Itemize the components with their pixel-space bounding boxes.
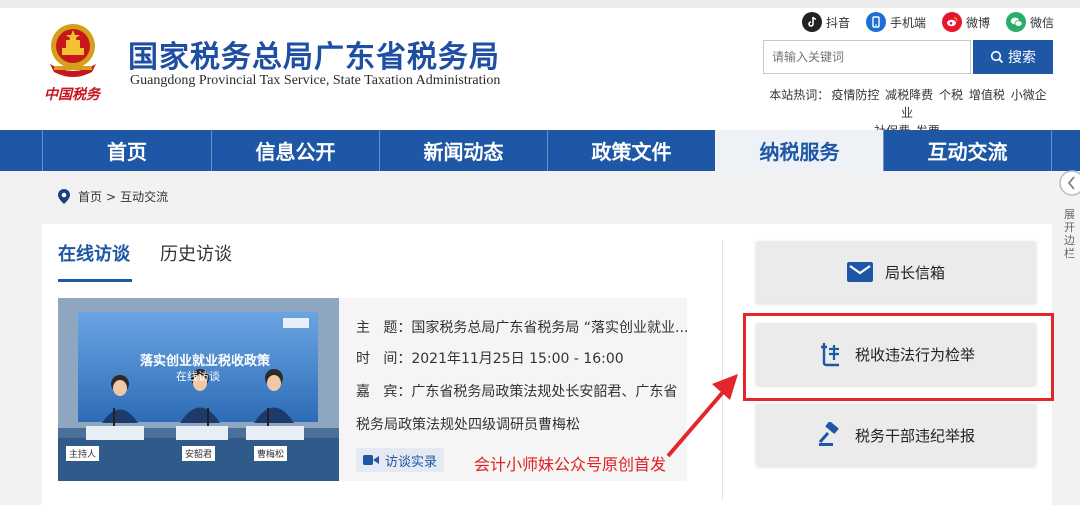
video-camera-icon xyxy=(362,455,379,465)
active-tab-indicator xyxy=(58,279,132,282)
social-link-wechat[interactable]: 微信 xyxy=(1006,12,1054,32)
name-card: 曹梅松 xyxy=(254,446,288,461)
nav-item-news[interactable]: 新闻动态 xyxy=(379,130,547,171)
cadre-discipline-report-button[interactable]: 税务干部违纪举报 xyxy=(756,404,1036,466)
highlight-box xyxy=(743,313,1054,401)
location-pin-icon xyxy=(58,189,70,204)
photo-banner-subtitle: 在线访谈 xyxy=(176,370,220,383)
social-label: 抖音 xyxy=(826,15,851,30)
site-title[interactable]: 国家税务总局广东省税务局 xyxy=(128,32,500,76)
tab-history-interview[interactable]: 历史访谈 xyxy=(160,240,232,266)
search-input[interactable] xyxy=(763,40,971,74)
tab-online-interview[interactable]: 在线访谈 xyxy=(58,240,130,266)
douyin-icon xyxy=(802,12,822,32)
watermark-text: 会计小师妹公众号原创首发 xyxy=(474,455,667,474)
breadcrumb-home[interactable]: 首页 xyxy=(78,188,102,205)
nav-item-policy-docs[interactable]: 政策文件 xyxy=(547,130,715,171)
national-emblem-icon xyxy=(50,24,96,77)
top-strip xyxy=(0,0,1080,8)
hot-word-link[interactable]: 疫情防控 xyxy=(831,88,879,102)
subject-label: 主 题： xyxy=(356,320,412,336)
social-link-weibo[interactable]: 微博 xyxy=(942,12,990,32)
name-card: 主持人 xyxy=(66,446,100,461)
interview-record-button[interactable]: 访谈实录 xyxy=(356,448,444,472)
annotation-arrow-icon xyxy=(666,374,738,458)
hot-word-link[interactable]: 减税降费 xyxy=(885,88,933,102)
guests-label: 嘉 宾： xyxy=(356,384,412,400)
director-mailbox-button[interactable]: 局长信箱 xyxy=(756,241,1036,303)
weibo-icon xyxy=(942,12,962,32)
nav-item-home[interactable]: 首页 xyxy=(42,130,211,171)
social-link-mobile[interactable]: 手机端 xyxy=(866,12,926,32)
social-label: 微信 xyxy=(1030,15,1055,30)
guests-value: 广东省税务局政策法规处长安韶君、广东省 xyxy=(411,384,678,400)
interview-subject[interactable]: 主 题：国家税务总局广东省税务局 “落实创业就业... xyxy=(356,317,688,337)
nav-item-tax-service[interactable]: 纳税服务 xyxy=(715,130,883,171)
social-label: 手机端 xyxy=(890,15,927,30)
hot-word-link[interactable]: 个税 xyxy=(939,88,963,102)
nav-item-info-disclosure[interactable]: 信息公开 xyxy=(211,130,379,171)
search-button[interactable]: 搜索 xyxy=(973,40,1053,74)
mail-icon xyxy=(846,262,873,282)
director-mailbox-label: 局长信箱 xyxy=(884,263,945,282)
site-subtitle: Guangdong Provincial Tax Service, State … xyxy=(130,73,501,88)
interview-photo[interactable]: 落实创业就业税收政策 在线访谈 主持人 安韶君 曹梅松 xyxy=(58,298,339,481)
interview-guests: 嘉 宾：广东省税务局政策法规处长安韶君、广东省 xyxy=(356,381,677,401)
interview-time: 时 间：2021年11月25日 15:00 - 16:00 xyxy=(356,348,624,368)
hot-word-link[interactable]: 增值税 xyxy=(969,88,1005,102)
gavel-icon xyxy=(817,422,843,448)
mobile-icon xyxy=(866,12,886,32)
record-button-label: 访谈实录 xyxy=(384,454,437,470)
hot-words-label: 本站热词： xyxy=(769,88,830,102)
interview-guests-cont: 税务局政策法规处四级调研员曹梅松 xyxy=(356,417,580,433)
subject-value: 国家税务总局广东省税务局 “落实创业就业... xyxy=(411,320,689,336)
time-label: 时 间： xyxy=(356,351,412,367)
social-label: 微博 xyxy=(966,15,991,30)
breadcrumb-current: 互动交流 xyxy=(120,190,169,204)
emblem-caption: 中国税务 xyxy=(44,87,100,103)
breadcrumb-separator: > xyxy=(106,189,117,204)
breadcrumb: 首页 > 互动交流 xyxy=(58,188,168,205)
search-button-label: 搜索 xyxy=(1008,50,1036,66)
main-nav: 首页 信息公开 新闻动态 政策文件 纳税服务 互动交流 xyxy=(0,130,1080,171)
time-value: 2021年11月25日 15:00 - 16:00 xyxy=(411,351,624,367)
cadre-discipline-report-label: 税务干部违纪举报 xyxy=(854,426,975,445)
nav-item-interaction[interactable]: 互动交流 xyxy=(883,130,1052,171)
photo-banner-title: 落实创业就业税收政策 xyxy=(140,354,271,369)
social-link-douyin[interactable]: 抖音 xyxy=(802,12,850,32)
search-icon xyxy=(990,50,1004,64)
expand-sidebar-label[interactable]: 展开边栏 xyxy=(1064,208,1078,260)
wechat-icon xyxy=(1006,12,1026,32)
name-card: 安韶君 xyxy=(182,446,216,461)
